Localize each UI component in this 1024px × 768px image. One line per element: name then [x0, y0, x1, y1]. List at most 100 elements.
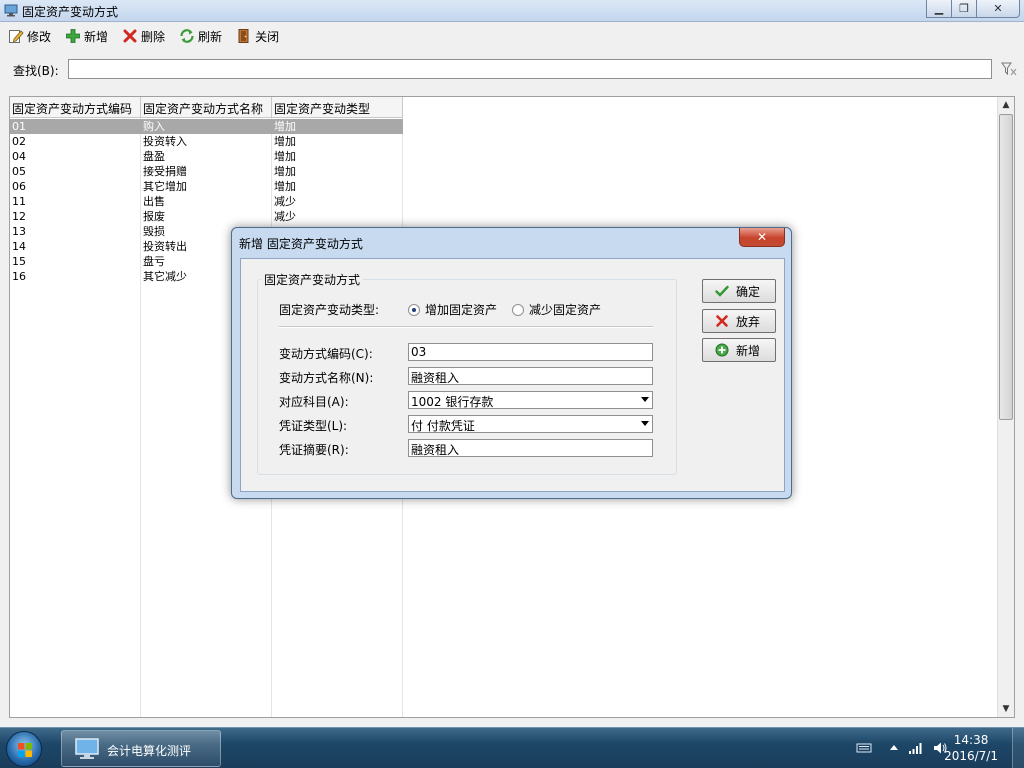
taskbar: 会计电算化测评 14:38 2016/7/1 — [0, 727, 1024, 768]
voucher-type-label: 凭证类型(L): — [279, 419, 348, 433]
cell-code: 01 — [12, 120, 26, 133]
table-row[interactable]: 01 购入 增加 — [10, 119, 403, 134]
close-label: 关闭 — [255, 29, 280, 44]
dialog-new-label: 新增 — [736, 343, 761, 358]
delete-label: 删除 — [141, 29, 166, 44]
table-row[interactable]: 04 盘盈 增加 — [10, 149, 403, 164]
keyboard-icon[interactable] — [856, 740, 872, 756]
maximize-button[interactable]: ❐ — [951, 0, 977, 18]
window-controls: ▁ ❐ ✕ — [926, 0, 1020, 19]
minimize-button[interactable]: ▁ — [926, 0, 952, 18]
cell-code: 02 — [12, 135, 26, 148]
cell-code: 16 — [12, 270, 26, 283]
account-select[interactable]: 1002 银行存款 — [408, 391, 653, 409]
table-row[interactable]: 12 报废 减少 — [10, 209, 403, 224]
search-row: 查找(B): — [0, 56, 1024, 82]
cell-code: 06 — [12, 180, 26, 193]
dialog-body: 固定资产变动方式 固定资产变动类型: 增加固定资产 减少固定资产 变动方式编码(… — [240, 258, 785, 492]
voucher-type-select[interactable]: 付 付款凭证 — [408, 415, 653, 433]
scroll-down-arrow-icon[interactable]: ▼ — [998, 701, 1014, 717]
maximize-icon: ❐ — [959, 2, 969, 15]
table-row[interactable]: 11 出售 减少 — [10, 194, 403, 209]
show-desktop-button[interactable] — [1012, 728, 1024, 768]
code-input[interactable]: 03 — [408, 343, 653, 361]
delete-button[interactable]: 删除 — [122, 25, 165, 47]
summary-label: 凭证摘要(R): — [279, 443, 349, 457]
cell-code: 11 — [12, 195, 26, 208]
cell-code: 15 — [12, 255, 26, 268]
window-title: 固定资产变动方式 — [22, 5, 119, 19]
radio-increase-dot[interactable] — [408, 303, 420, 316]
computer-monitor-icon — [75, 738, 99, 759]
table-row[interactable]: 02 投资转入 增加 — [10, 134, 403, 149]
code-label: 变动方式编码(C): — [279, 347, 373, 361]
col-header-type[interactable]: 固定资产变动类型 — [272, 97, 403, 118]
cell-type: 减少 — [274, 210, 296, 223]
cell-type: 增加 — [274, 150, 296, 163]
search-input[interactable] — [68, 59, 992, 79]
dialog-new-button[interactable]: 新增 — [702, 338, 776, 362]
cell-name: 接受捐赠 — [143, 165, 187, 178]
name-label: 变动方式名称(N): — [279, 371, 374, 385]
summary-input[interactable]: 融资租入 — [408, 439, 653, 457]
scroll-up-arrow-icon[interactable]: ▲ — [998, 97, 1014, 113]
dialog-close-button[interactable]: ✕ — [739, 228, 785, 247]
groupbox-title: 固定资产变动方式 — [261, 271, 364, 288]
radio-decrease-dot[interactable] — [512, 303, 524, 316]
system-tray: 14:38 2016/7/1 — [824, 728, 1024, 768]
table-row[interactable]: 06 其它增加 增加 — [10, 179, 403, 194]
refresh-button[interactable]: 刷新 — [179, 25, 222, 47]
dialog-title: 新增 固定资产变动方式 — [239, 237, 363, 251]
radio-increase[interactable]: 增加固定资产 — [408, 301, 497, 318]
door-exit-icon — [238, 29, 249, 43]
col-header-code[interactable]: 固定资产变动方式编码 — [10, 97, 141, 118]
dropdown-arrow-icon[interactable] — [641, 397, 649, 402]
radio-increase-label: 增加固定资产 — [425, 303, 498, 317]
account-value: 1002 银行存款 — [411, 395, 494, 409]
windows-logo-icon — [18, 743, 32, 757]
cell-name: 投资转入 — [143, 135, 187, 148]
edit-button[interactable]: 修改 — [8, 25, 51, 47]
radio-decrease[interactable]: 减少固定资产 — [512, 301, 601, 318]
col-header-name[interactable]: 固定资产变动方式名称 — [141, 97, 272, 118]
add-circle-icon — [715, 343, 729, 357]
table-row[interactable]: 05 接受捐赠 增加 — [10, 164, 403, 179]
close-window-button[interactable]: ✕ — [976, 0, 1020, 18]
window-titlebar: 固定资产变动方式 ▁ ❐ ✕ — [0, 0, 1024, 22]
cell-code: 14 — [12, 240, 26, 253]
filter-icon[interactable] — [1000, 60, 1018, 78]
account-label: 对应科目(A): — [279, 395, 349, 409]
name-input[interactable]: 融资租入 — [408, 367, 653, 385]
search-label: 查找(B): — [13, 64, 59, 78]
divider — [279, 326, 653, 328]
dropdown-arrow-icon[interactable] — [641, 421, 649, 426]
minimize-icon: ▁ — [934, 2, 944, 15]
cell-name: 盘盈 — [143, 150, 165, 163]
cell-type: 增加 — [274, 180, 296, 193]
add-button[interactable]: 新增 — [65, 25, 108, 47]
edit-label: 修改 — [27, 29, 52, 44]
cell-name: 报废 — [143, 210, 165, 223]
scrollbar-thumb[interactable] — [999, 114, 1013, 420]
edit-icon — [9, 30, 24, 43]
cancel-x-icon — [716, 315, 728, 327]
start-button[interactable] — [6, 731, 42, 767]
cell-type: 增加 — [274, 120, 296, 133]
grid-header: 固定资产变动方式编码 固定资产变动方式名称 固定资产变动类型 — [10, 97, 403, 118]
clock[interactable]: 14:38 2016/7/1 — [944, 732, 998, 764]
close-icon: ✕ — [993, 2, 1003, 15]
ok-label: 确定 — [736, 284, 761, 299]
change-type-label: 固定资产变动类型: — [279, 303, 380, 317]
voucher-type-value: 付 付款凭证 — [411, 419, 475, 433]
cancel-label: 放弃 — [736, 314, 761, 329]
taskbar-item-label: 会计电算化测评 — [107, 744, 192, 758]
cell-name: 出售 — [143, 195, 165, 208]
delete-x-icon — [123, 29, 137, 43]
ok-button[interactable]: 确定 — [702, 279, 776, 303]
cancel-button[interactable]: 放弃 — [702, 309, 776, 333]
close-button[interactable]: 关闭 — [236, 25, 279, 47]
network-signal-icon[interactable] — [908, 740, 924, 756]
tray-expand-arrow-icon[interactable] — [886, 740, 902, 756]
vertical-scrollbar[interactable]: ▲ ▼ — [997, 97, 1014, 717]
taskbar-item-accounting[interactable]: 会计电算化测评 — [61, 730, 221, 767]
